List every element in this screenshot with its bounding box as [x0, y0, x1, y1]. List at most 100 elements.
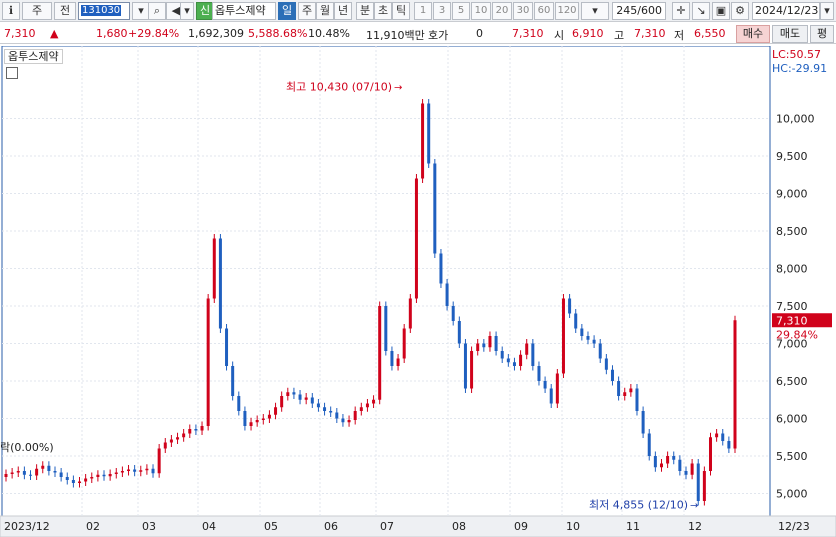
- candle-body: [341, 418, 345, 423]
- candle-body: [65, 477, 69, 480]
- y-tick-label: 5,000: [776, 488, 808, 501]
- candle-body: [555, 373, 559, 404]
- candle-body: [414, 178, 418, 299]
- candle-body: [470, 351, 474, 389]
- candle-body: [592, 339, 596, 344]
- candle-body: [151, 468, 155, 474]
- candle-body: [396, 358, 400, 366]
- tab-year[interactable]: 년: [334, 2, 352, 20]
- candle-body: [145, 468, 149, 471]
- candle-body: [378, 306, 382, 400]
- draw-tool-icon[interactable]: ↘: [692, 2, 710, 20]
- minute-60-button[interactable]: 60: [534, 2, 554, 20]
- turnover: 10.48%: [308, 27, 350, 40]
- minute-1-button[interactable]: 1: [414, 2, 432, 20]
- last-price-pct: 29.84%: [776, 328, 818, 341]
- tab-minute[interactable]: 분: [356, 2, 374, 20]
- candle-body: [212, 238, 216, 299]
- candle-body: [708, 437, 712, 471]
- candle-body: [561, 298, 565, 374]
- custom-period-dropdown[interactable]: ▾: [581, 2, 609, 20]
- market-all-button[interactable]: 전: [54, 2, 76, 20]
- chart-menu-icon[interactable]: [6, 67, 18, 79]
- candle-body: [666, 456, 670, 464]
- last-price-label: 7,310: [776, 314, 808, 327]
- high-annotation: 최고 10,430 (07/10): [286, 80, 392, 93]
- candle-body: [182, 433, 186, 438]
- candle-body: [610, 369, 614, 381]
- minute-30-button[interactable]: 30: [513, 2, 533, 20]
- candle-body: [531, 343, 535, 366]
- y-tick-label: 8,000: [776, 263, 808, 276]
- tab-tick[interactable]: 틱: [392, 2, 410, 20]
- x-tick-label: 04: [202, 520, 216, 533]
- candle-body: [659, 463, 663, 468]
- save-icon[interactable]: ▣: [712, 2, 730, 20]
- base-annotation: 락(0.00%): [0, 441, 54, 454]
- minute-5-button[interactable]: 5: [452, 2, 470, 20]
- calendar-dropdown-button[interactable]: ▾: [820, 2, 834, 20]
- minute-120-button[interactable]: 120: [555, 2, 579, 20]
- candle-body: [267, 414, 271, 419]
- candle-body: [623, 392, 627, 396]
- search-icon[interactable]: ⌕: [148, 2, 166, 20]
- candle-body: [427, 103, 431, 164]
- candle-body: [59, 472, 63, 477]
- candle-body: [218, 238, 222, 329]
- candle-body: [733, 320, 737, 449]
- chart-toolbar: ℹ 주 전 131030 ▾ ⌕ ◀) ▾ 신 옵투스제약 일 주 월 년 분 …: [0, 0, 836, 22]
- candle-body: [519, 354, 523, 366]
- minute-3-button[interactable]: 3: [433, 2, 451, 20]
- y-tick-label: 9,000: [776, 188, 808, 201]
- candle-body: [16, 471, 20, 473]
- candle-body: [512, 362, 516, 366]
- candle-body: [543, 381, 547, 389]
- buy-button[interactable]: 매수: [736, 25, 770, 43]
- period-prev-button[interactable]: ℹ: [2, 2, 20, 20]
- candle-body: [457, 321, 461, 344]
- data-count-field[interactable]: 245/600: [612, 2, 666, 20]
- x-tick-label: 06: [324, 520, 338, 533]
- candlestick-chart[interactable]: 5,0005,5006,0006,5007,0007,5008,0008,500…: [0, 46, 836, 537]
- gear-icon[interactable]: ⚙: [731, 2, 749, 20]
- candle-body: [372, 399, 376, 404]
- candle-body: [488, 336, 492, 348]
- average-button[interactable]: 평: [810, 25, 834, 43]
- sell-button[interactable]: 매도: [772, 25, 808, 43]
- candle-body: [310, 397, 314, 404]
- date-field[interactable]: 2024/12/23: [752, 2, 820, 20]
- candle-body: [359, 407, 363, 411]
- trade-amount: 11,910백만: [366, 29, 425, 42]
- candle-body: [108, 474, 112, 477]
- minute-20-button[interactable]: 20: [492, 2, 512, 20]
- high-label: 고: [614, 29, 625, 42]
- candle-body: [390, 351, 394, 366]
- y-tick-label: 10,000: [776, 113, 815, 126]
- candle-body: [133, 469, 137, 472]
- candle-body: [653, 456, 657, 468]
- candle-body: [255, 420, 259, 423]
- candle-body: [323, 407, 327, 411]
- candle-body: [586, 336, 590, 340]
- tab-second[interactable]: 초: [374, 2, 392, 20]
- stock-name-field[interactable]: 옵투스제약: [212, 2, 276, 20]
- stock-code-input[interactable]: 131030: [78, 2, 130, 20]
- crosshair-icon[interactable]: ✛: [672, 2, 690, 20]
- speaker-dropdown-button[interactable]: ▾: [180, 2, 194, 20]
- x-tick-label: 09: [514, 520, 528, 533]
- tab-month[interactable]: 월: [316, 2, 334, 20]
- lc-label: LC:50.57: [772, 48, 821, 61]
- hc-label: HC:-29.91: [772, 62, 827, 75]
- tab-week[interactable]: 주: [298, 2, 316, 20]
- type-stock-button[interactable]: 주: [22, 2, 52, 20]
- candle-body: [286, 392, 290, 396]
- candle-body: [476, 343, 480, 351]
- candle-body: [188, 429, 192, 434]
- minute-10-button[interactable]: 10: [471, 2, 491, 20]
- open-label: 시: [554, 29, 565, 42]
- y-tick-label: 7,500: [776, 300, 808, 313]
- x-tick-label: 02: [86, 520, 100, 533]
- candle-body: [139, 470, 143, 472]
- candle-body: [102, 474, 106, 477]
- tab-day[interactable]: 일: [278, 2, 296, 20]
